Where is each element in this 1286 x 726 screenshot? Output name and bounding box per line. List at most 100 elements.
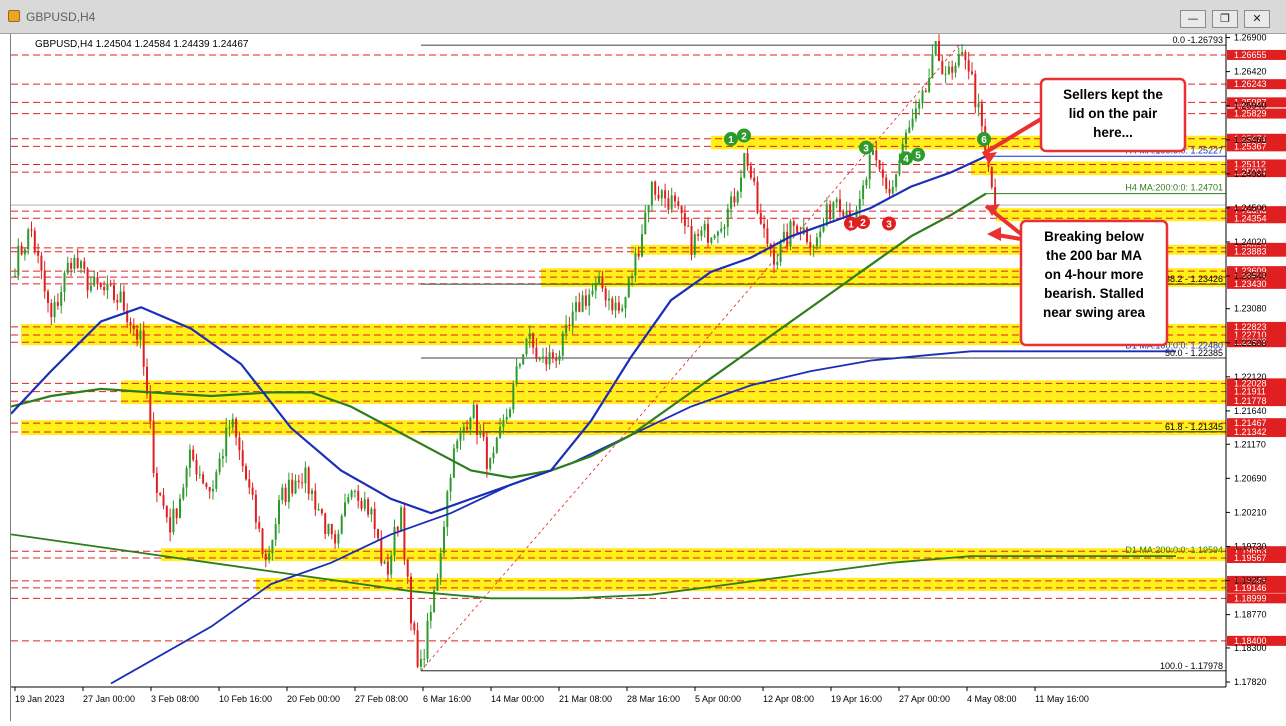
candle-body (621, 308, 624, 311)
candle-body (254, 494, 257, 523)
candle-body (89, 285, 92, 291)
price-tick-label: 1.26900 (1234, 34, 1267, 43)
candle-body (485, 437, 488, 469)
candle-body (304, 467, 307, 484)
candle-body (476, 404, 478, 435)
candle-body (614, 302, 617, 311)
candle-body (261, 528, 264, 555)
candle-body (27, 229, 30, 250)
candle-body (146, 366, 148, 394)
candle-body (53, 302, 56, 318)
candle-body (50, 303, 53, 318)
price-chart[interactable]: 1.266551.262431.259871.258291.254741.253… (10, 33, 1286, 721)
time-tick-label: 6 Mar 16:00 (423, 694, 471, 704)
price-tick-label: 1.23080 (1234, 304, 1267, 314)
price-tick-label: 1.22120 (1234, 372, 1267, 382)
price-tick-label: 1.18770 (1234, 610, 1267, 620)
callout-text-line: near swing area (1043, 305, 1146, 320)
chart-window: 1.26655 1.26243 1.25987 1.25829 1.25474 1.253… (10, 33, 1286, 721)
yellow-zone (996, 208, 1226, 222)
candle-body (617, 302, 620, 311)
candle-body (905, 132, 907, 144)
candle-body (169, 517, 172, 533)
candle-body (317, 509, 320, 511)
candle-body (842, 211, 845, 217)
candle-body (654, 181, 657, 195)
candle-body (690, 226, 693, 255)
candle-body (835, 199, 838, 203)
candle-body (885, 177, 888, 189)
candle-body (340, 515, 343, 534)
candle-body (60, 292, 63, 306)
candle-body (76, 257, 79, 268)
candle-body (423, 658, 426, 660)
price-tick-label: 1.21170 (1234, 439, 1266, 449)
callout-text-line: on 4-hour more (1044, 267, 1143, 282)
candle-body (297, 480, 300, 483)
candle-body (294, 480, 297, 494)
candle-body (215, 472, 218, 489)
green-swing-marker-label: 5 (915, 151, 921, 162)
candle-body (307, 467, 310, 494)
price-tick-label: 1.25940 (1234, 101, 1267, 111)
candle-body (624, 297, 627, 309)
candle-body (611, 298, 614, 311)
candle-body (106, 283, 109, 291)
candle-body (957, 54, 960, 66)
time-tick-label: 10 Feb 16:00 (219, 694, 272, 704)
candle-body (212, 488, 214, 492)
candle-body (205, 483, 208, 488)
candle-body (99, 284, 102, 288)
candle-body (974, 73, 977, 108)
candle-body (456, 440, 459, 449)
candle-body (136, 329, 139, 340)
candle-body (195, 459, 198, 475)
candle-body (63, 273, 66, 293)
candle-body (370, 508, 373, 515)
callout-text-line: here... (1093, 125, 1133, 140)
callout-text-line: Breaking below (1044, 229, 1144, 244)
restore-button[interactable]: ❐ (1212, 10, 1238, 28)
close-button[interactable]: ✕ (1244, 10, 1270, 28)
candle-body (588, 294, 591, 306)
green-swing-marker-label: 2 (741, 131, 747, 142)
candle-body (938, 41, 940, 61)
candle-body (56, 302, 59, 306)
candle-body (429, 611, 432, 621)
candle-body (980, 103, 983, 127)
candle-body (921, 90, 924, 104)
candle-body (730, 196, 733, 209)
callout-arrowhead (987, 227, 1001, 241)
price-level-label: 1.19567 (1234, 553, 1267, 563)
candle-body (967, 60, 970, 72)
price-tick-label: 1.24020 (1234, 237, 1267, 247)
candle-body (419, 658, 422, 667)
candle-body (459, 431, 462, 441)
time-tick-label: 27 Jan 00:00 (83, 694, 135, 704)
candle-body (30, 229, 33, 231)
candle-body (208, 487, 211, 492)
candle-body (895, 174, 898, 187)
candle-body (103, 287, 106, 291)
candle-body (221, 456, 224, 459)
candle-body (644, 212, 647, 235)
yellow-zone (971, 161, 1226, 176)
candle-body (716, 231, 719, 236)
candle-body (287, 479, 290, 503)
candle-body (241, 450, 244, 467)
candle-body (248, 479, 251, 488)
minimize-button[interactable]: — (1180, 10, 1206, 28)
candle-body (377, 529, 379, 539)
candle-body (677, 201, 680, 207)
candle-body (278, 500, 280, 525)
candle-body (238, 437, 241, 451)
candle-body (657, 194, 660, 199)
fib-level-label: 100.0 - 1.17978 (1160, 661, 1223, 671)
candle-body (723, 227, 726, 229)
candle-body (462, 427, 465, 432)
candle-body (344, 502, 346, 516)
candle-body (759, 212, 762, 224)
candle-body (733, 196, 736, 203)
candle-body (47, 291, 49, 304)
candle-body (228, 427, 231, 429)
